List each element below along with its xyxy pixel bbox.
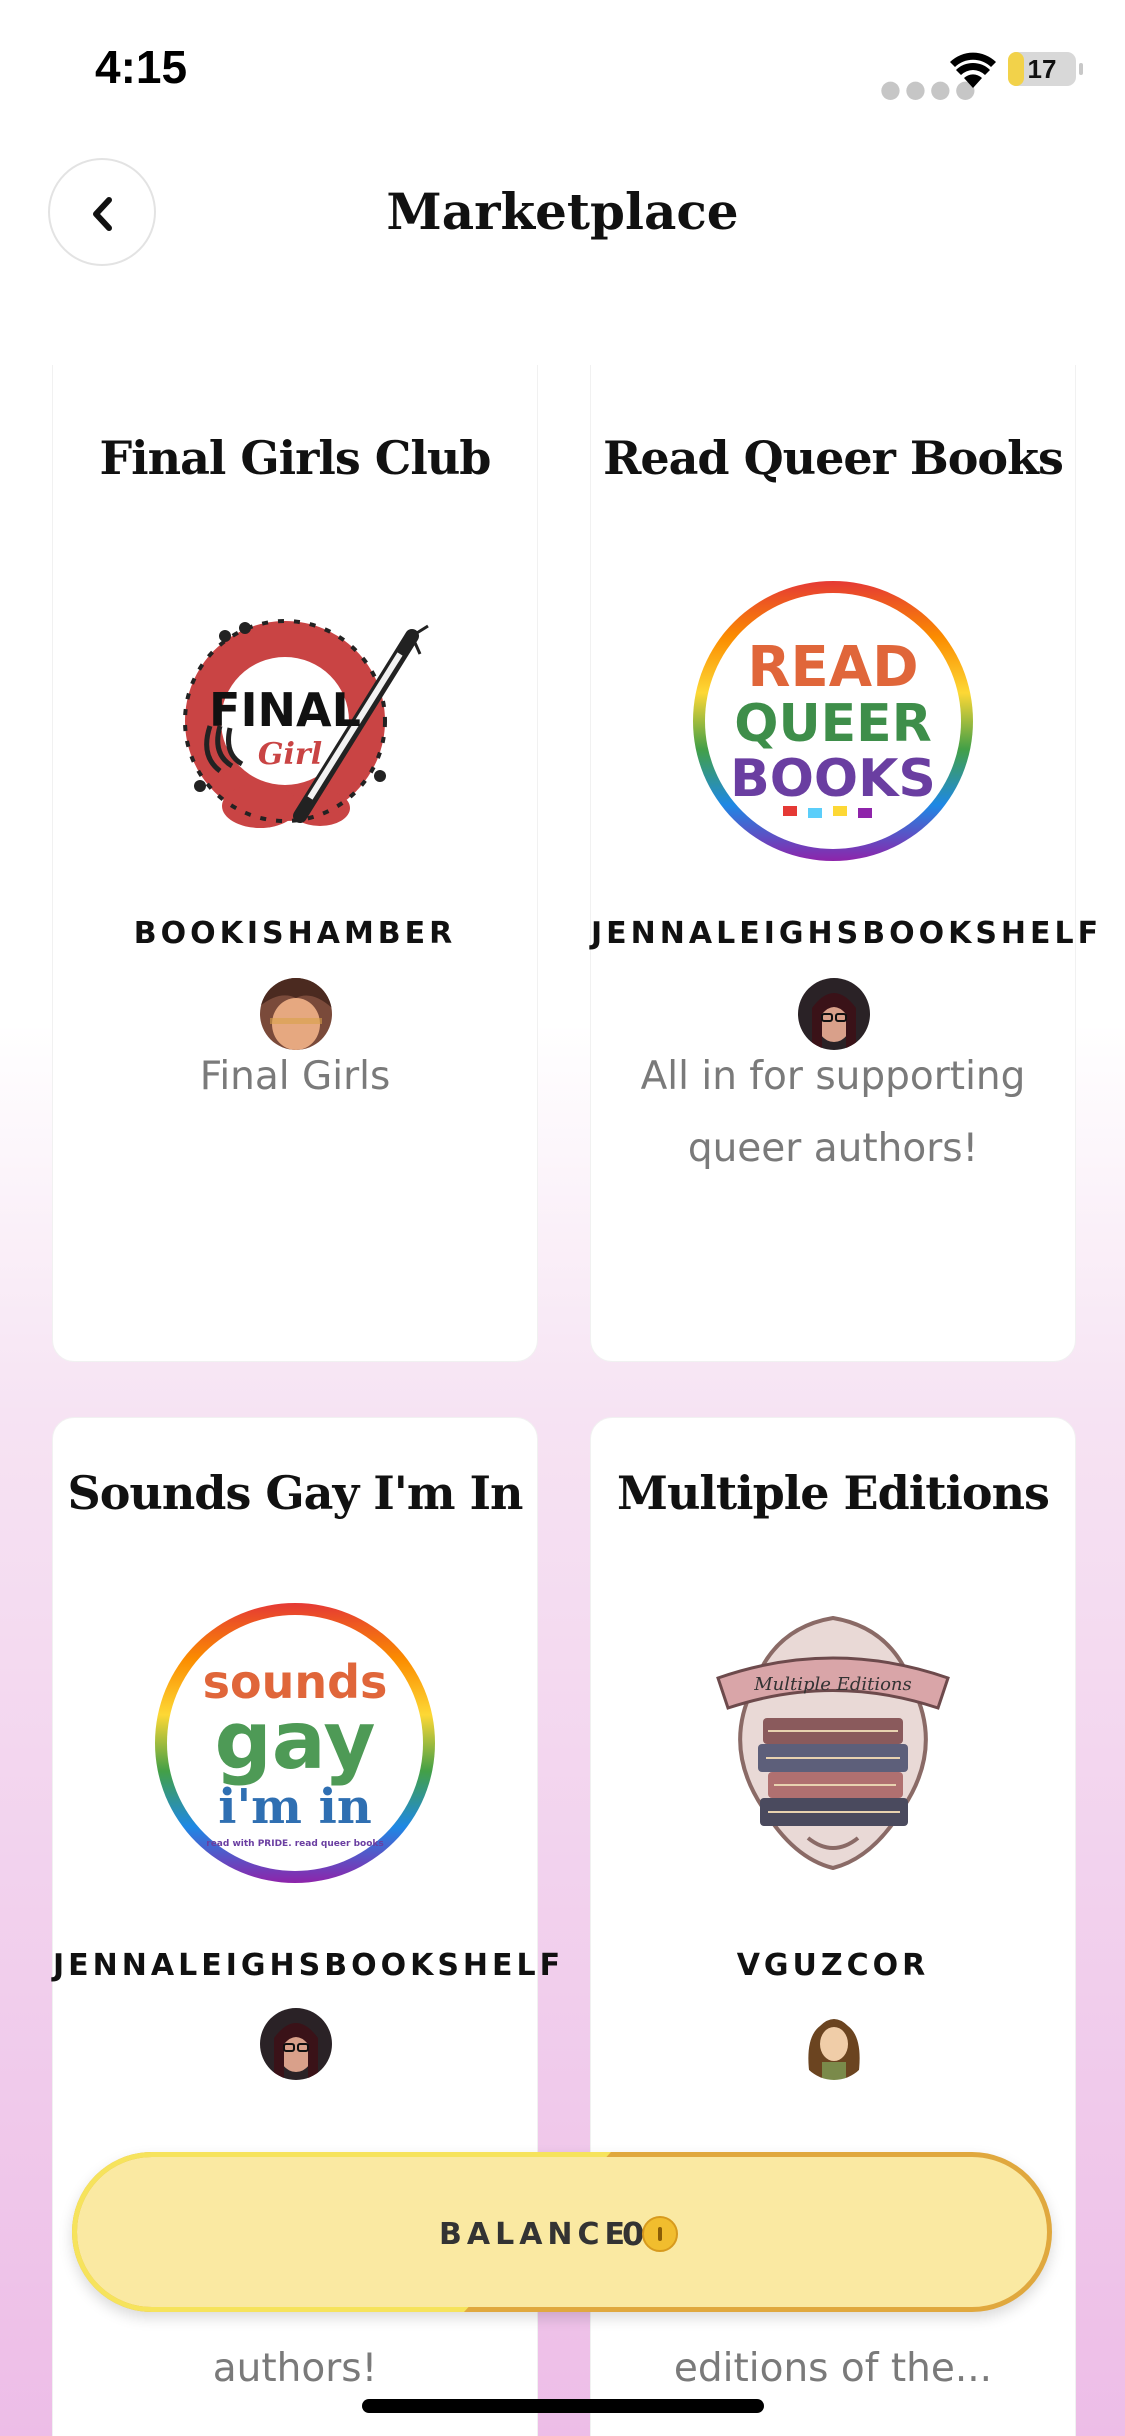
- card-title: Multiple Editions: [617, 1466, 1050, 1520]
- sounds-gay-im-in-logo: sounds gay i'm in read with PRIDE. read …: [155, 1603, 435, 1883]
- avatar[interactable]: [798, 2008, 870, 2080]
- multiple-editions-logo: Multiple Editions: [716, 1615, 950, 1871]
- battery-icon: 17: [1008, 52, 1076, 86]
- card-description: Final Girls: [199, 1054, 391, 1099]
- balance-value: 0: [622, 2215, 645, 2253]
- avatar[interactable]: [260, 2008, 332, 2080]
- avatar[interactable]: [798, 978, 870, 1050]
- card-owner[interactable]: VGUZCOR: [591, 1948, 1075, 1983]
- battery-level: 17: [1027, 54, 1057, 84]
- page-title: Marketplace: [386, 182, 739, 241]
- card-description: editions of the...: [673, 2346, 993, 2391]
- logo-text-tagline: read with PRIDE. read queer books: [206, 1839, 383, 1849]
- final-girl-logo: FINAL Girl: [183, 619, 429, 828]
- logo-text-queer: QUEER: [734, 694, 932, 754]
- coin-icon: [642, 2216, 678, 2252]
- card-title: Read Queer Books: [603, 431, 1064, 485]
- avatar[interactable]: [260, 978, 332, 1050]
- card-description: All in for supporting queer authors!: [640, 1054, 1026, 1171]
- card-owner[interactable]: BOOKISHAMBER: [53, 916, 537, 951]
- card-owner[interactable]: JENNALEIGHSBOOKSHELF: [53, 1948, 560, 1983]
- card-owner[interactable]: JENNALEIGHSBOOKSHELF: [591, 916, 1098, 951]
- logo-text-multiple-editions: Multiple Editions: [753, 1674, 912, 1695]
- club-card-final-girls-club[interactable]: Final Girls Club FINAL Girl BOOKISHAMBER: [52, 365, 538, 1362]
- read-queer-books-logo: READ QUEER BOOKS: [693, 581, 973, 861]
- logo-text-read: READ: [747, 635, 918, 700]
- home-indicator[interactable]: [362, 2399, 764, 2413]
- club-grid[interactable]: Final Girls Club FINAL Girl BOOKISHAMBER: [0, 365, 1125, 2436]
- battery-cap: [1079, 63, 1083, 75]
- logo-text-books: BOOKS: [730, 749, 936, 809]
- logo-text-girl: Girl: [258, 737, 322, 772]
- balance-button[interactable]: BALANCE 0: [72, 2152, 1052, 2312]
- balance-label: BALANCE: [439, 2217, 631, 2252]
- card-title: Sounds Gay I'm In: [67, 1466, 524, 1520]
- status-time: 4:15: [95, 41, 188, 93]
- wifi-icon: [950, 52, 996, 88]
- card-description: authors!: [212, 2346, 378, 2391]
- card-title: Final Girls Club: [99, 431, 492, 485]
- club-card-read-queer-books[interactable]: Read Queer Books READ QUEER BOOKS JENNAL…: [590, 365, 1098, 1362]
- logo-text-im-in: i'm in: [218, 1779, 372, 1835]
- status-bar: 4:15 ●●●● 17: [0, 0, 1125, 140]
- logo-text-gay: gay: [215, 1694, 376, 1787]
